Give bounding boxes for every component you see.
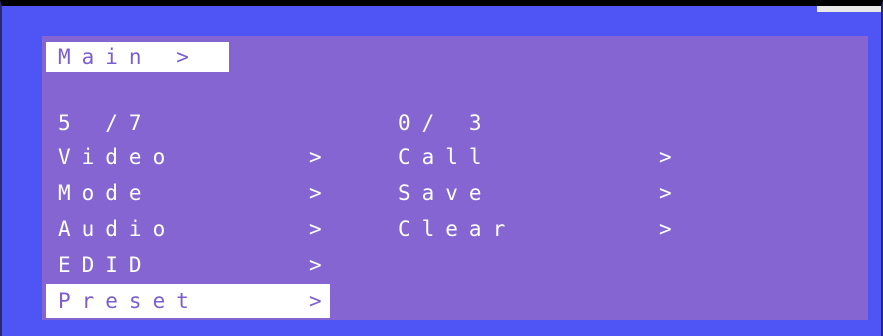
menu-item-audio[interactable]: Audio > — [46, 212, 330, 246]
top-right-mark — [817, 6, 881, 12]
breadcrumb-label: Main > — [58, 45, 200, 69]
right-page-counter: 0/ 3 — [398, 111, 493, 135]
chevron-right-icon: > — [309, 217, 322, 241]
menu-item-edid[interactable]: EDID > — [46, 248, 330, 282]
menu-item-video[interactable]: Video > — [46, 140, 330, 174]
osd-menu-panel: Main > 5 /7 Video > Mode > Audio > EDID … — [42, 36, 868, 320]
chevron-right-icon: > — [309, 181, 322, 205]
osd-frame: Main > 5 /7 Video > Mode > Audio > EDID … — [0, 0, 883, 336]
menu-item-label: Clear — [398, 217, 517, 241]
menu-item-preset[interactable]: Preset > — [46, 284, 330, 318]
menu-item-mode[interactable]: Mode > — [46, 176, 330, 210]
menu-item-label: Video — [58, 145, 177, 169]
chevron-right-icon: > — [309, 253, 322, 277]
menu-item-clear[interactable]: Clear > — [392, 212, 692, 246]
breadcrumb: Main > — [46, 42, 229, 72]
chevron-right-icon: > — [659, 217, 672, 241]
chevron-right-icon: > — [659, 145, 672, 169]
menu-item-label: Mode — [58, 181, 153, 205]
menu-item-label: Save — [398, 181, 493, 205]
menu-item-label: EDID — [58, 253, 153, 277]
menu-item-label: Audio — [58, 217, 177, 241]
menu-item-label: Call — [398, 145, 493, 169]
menu-item-label: Preset — [58, 289, 200, 313]
menu-item-save[interactable]: Save > — [392, 176, 692, 210]
chevron-right-icon: > — [659, 181, 672, 205]
left-page-counter: 5 /7 — [58, 111, 153, 135]
menu-item-call[interactable]: Call > — [392, 140, 692, 174]
chevron-right-icon: > — [309, 289, 322, 313]
chevron-right-icon: > — [309, 145, 322, 169]
